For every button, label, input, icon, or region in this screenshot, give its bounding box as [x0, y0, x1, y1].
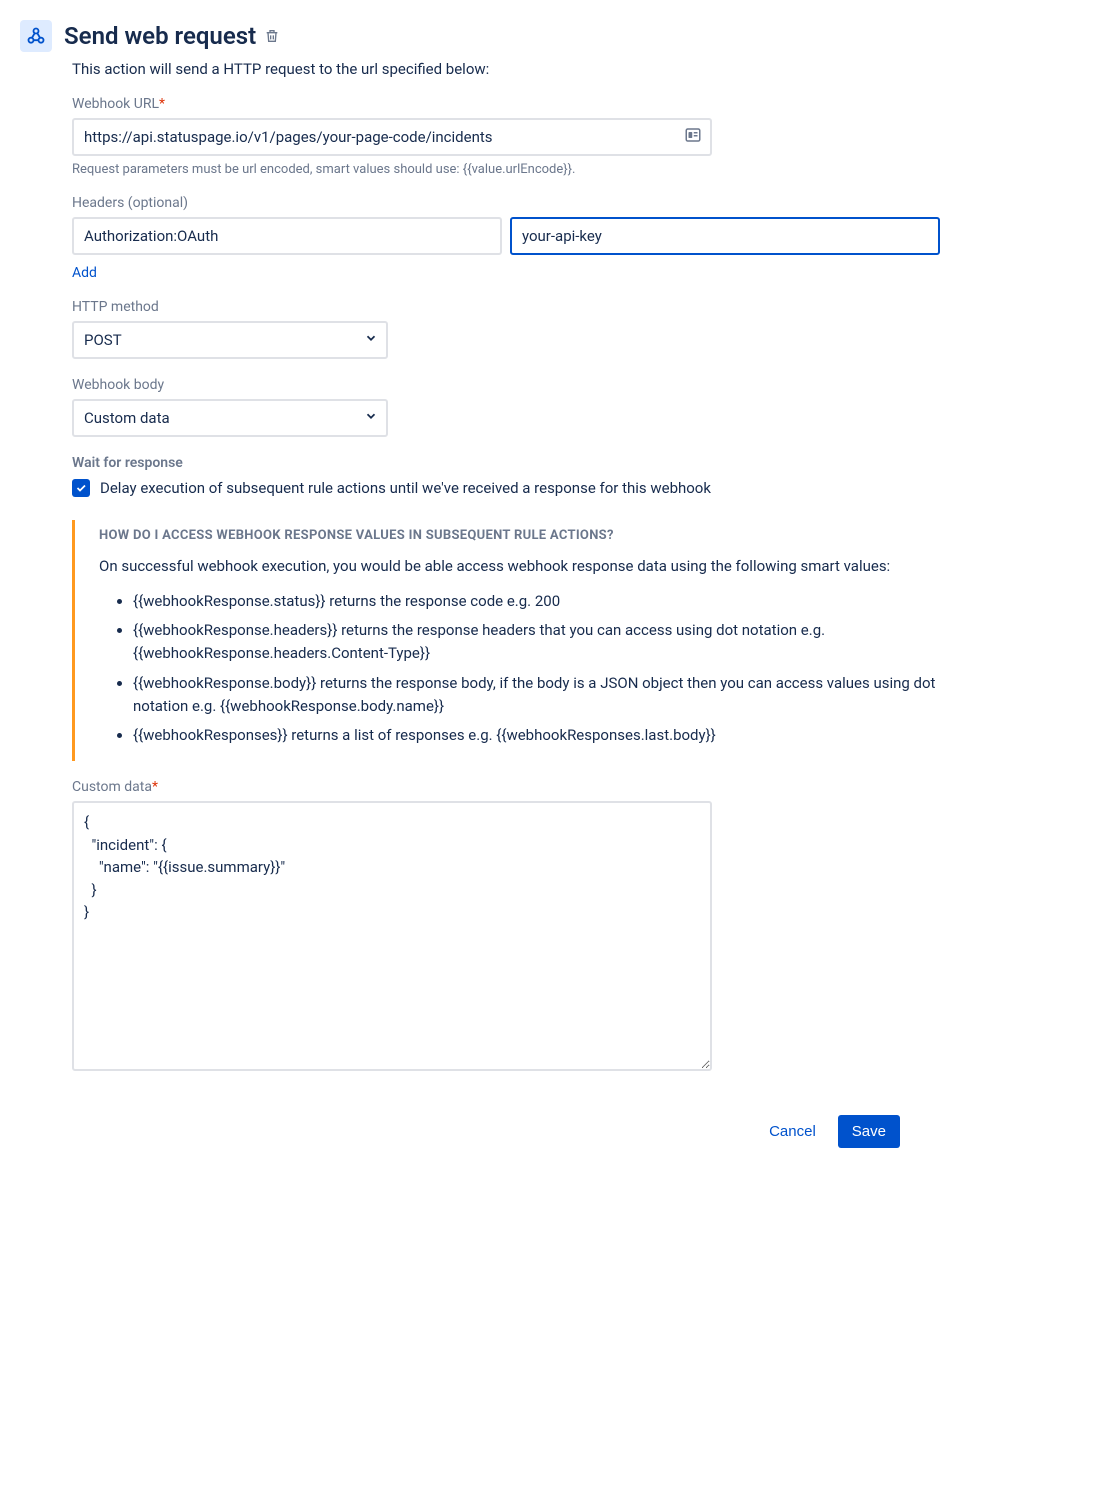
info-item: {{webhookResponses}} returns a list of r…	[133, 724, 940, 747]
webhook-body-label: Webhook body	[72, 377, 940, 393]
headers-label: Headers (optional)	[72, 195, 940, 211]
info-item: {{webhookResponse.headers}} returns the …	[133, 619, 940, 666]
smart-values-icon[interactable]	[684, 126, 702, 148]
info-panel-title: HOW DO I ACCESS WEBHOOK RESPONSE VALUES …	[99, 528, 940, 543]
webhook-url-hint: Request parameters must be url encoded, …	[72, 162, 712, 177]
custom-data-textarea[interactable]	[72, 801, 712, 1071]
webhook-icon	[20, 20, 52, 52]
webhook-body-select[interactable]	[72, 399, 388, 437]
save-button[interactable]: Save	[838, 1115, 900, 1148]
header-value-input[interactable]	[510, 217, 940, 255]
header-key-input[interactable]	[72, 217, 502, 255]
http-method-label: HTTP method	[72, 299, 940, 315]
info-item: {{webhookResponse.body}} returns the res…	[133, 672, 940, 719]
webhook-url-input[interactable]	[72, 118, 712, 156]
info-panel-intro: On successful webhook execution, you wou…	[99, 555, 940, 578]
custom-data-label: Custom data*	[72, 779, 940, 795]
info-item: {{webhookResponse.status}} returns the r…	[133, 590, 940, 613]
delete-icon[interactable]	[264, 28, 280, 44]
description-text: This action will send a HTTP request to …	[72, 60, 940, 78]
info-panel: HOW DO I ACCESS WEBHOOK RESPONSE VALUES …	[72, 520, 940, 762]
cancel-button[interactable]: Cancel	[755, 1115, 830, 1148]
webhook-url-label: Webhook URL*	[72, 96, 712, 112]
info-panel-list: {{webhookResponse.status}} returns the r…	[133, 590, 940, 748]
http-method-select[interactable]	[72, 321, 388, 359]
wait-checkbox-label: Delay execution of subsequent rule actio…	[100, 477, 711, 500]
add-header-link[interactable]: Add	[72, 265, 97, 281]
wait-label: Wait for response	[72, 455, 940, 471]
page-title: Send web request	[64, 22, 256, 50]
wait-checkbox[interactable]	[72, 479, 90, 497]
